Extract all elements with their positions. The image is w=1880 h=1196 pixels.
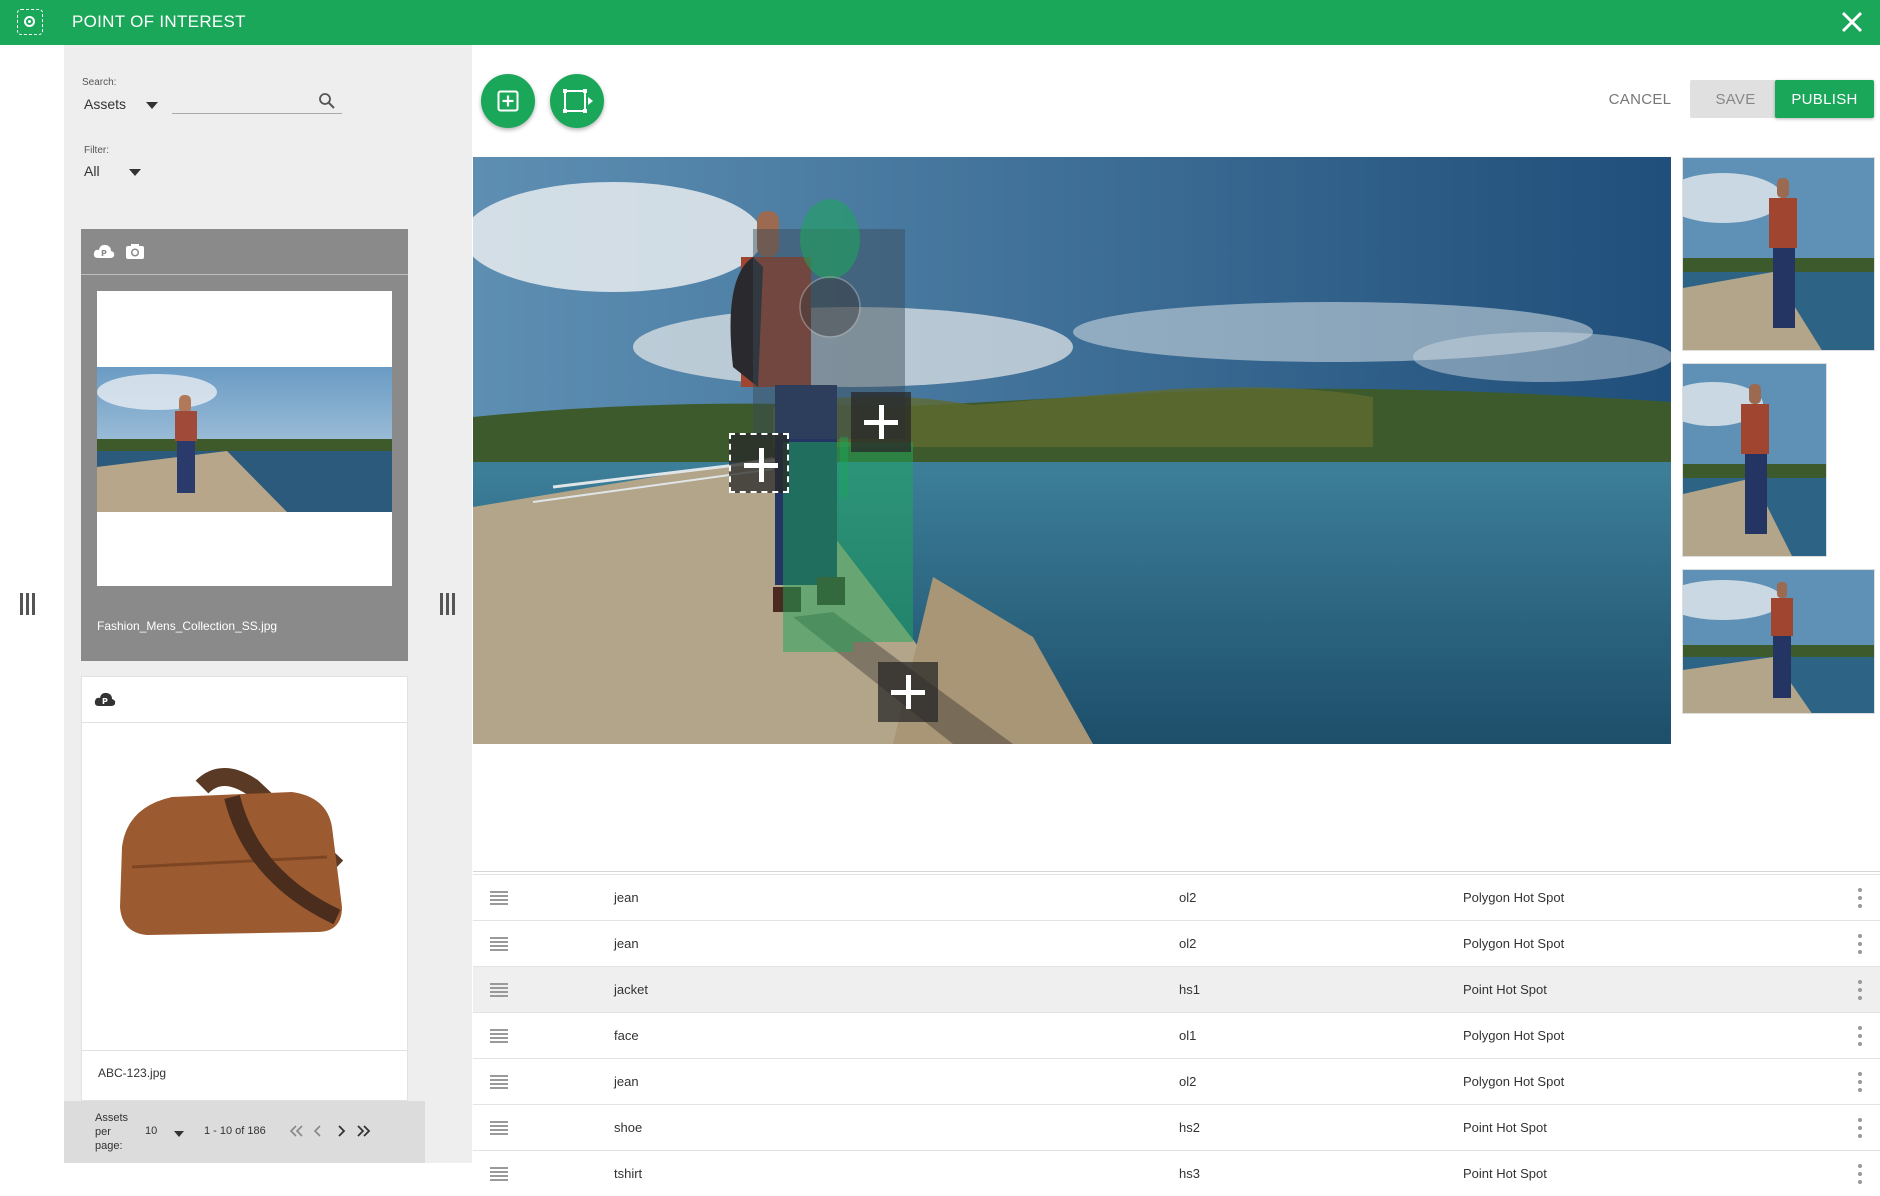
table-row[interactable]: shoe hs2 Point Hot Spot [473,1104,1880,1150]
table-row[interactable]: jean ol2 Polygon Hot Spot [473,874,1880,920]
polygon-select-icon [563,89,593,113]
hotspot-type: Point Hot Spot [1463,982,1547,997]
search-icon[interactable] [318,92,336,110]
add-hotspot-icon [497,90,519,112]
thumbnail-variant[interactable] [1682,157,1875,351]
thumbnail-variant[interactable] [1682,569,1875,714]
drag-handle-icon[interactable] [490,1121,508,1135]
asset-filename: Fashion_Mens_Collection_SS.jpg [97,619,278,633]
hotspot-type: Polygon Hot Spot [1463,890,1565,905]
svg-text:P: P [101,249,107,258]
hotspot-id: ol2 [1179,1074,1197,1089]
add-hotspot-button[interactable] [481,74,535,128]
per-page-label: per [95,1126,111,1138]
hotspot-marker-jacket[interactable] [729,433,789,493]
asset-thumbnail[interactable] [97,291,392,586]
card-header: P [81,229,408,275]
table-row[interactable]: jean ol2 Polygon Hot Spot [473,1058,1880,1104]
table-divider [473,871,1880,872]
hotspot-name: jean [614,1074,639,1089]
drag-handle-icon[interactable] [490,983,508,997]
row-menu-icon[interactable] [1858,1164,1862,1184]
thumbnail-variant[interactable] [1682,363,1827,557]
hotspot-type: Polygon Hot Spot [1463,1074,1565,1089]
hotspot-id: hs3 [1179,1166,1200,1181]
card-divider [82,1050,407,1051]
row-menu-icon[interactable] [1858,934,1862,954]
asset-thumbnail[interactable] [102,757,387,957]
hotspot-type: Point Hot Spot [1463,1166,1547,1181]
image-canvas[interactable] [473,157,1671,744]
row-menu-icon[interactable] [1858,980,1862,1000]
table-row[interactable]: jacket hs1 Point Hot Spot [473,966,1880,1012]
drag-handle-icon[interactable] [490,937,508,951]
hotspot-name: jean [614,936,639,951]
top-bar: POINT OF INTEREST [0,0,1880,45]
per-page-label: page: [95,1140,123,1152]
svg-text:P: P [102,697,108,706]
table-row[interactable]: tshirt hs3 Point Hot Spot [473,1150,1880,1196]
close-icon[interactable] [1838,8,1866,36]
search-label: Search: [82,77,117,88]
page-title: POINT OF INTEREST [72,12,246,31]
card-header: P [82,677,407,723]
hotspot-name: tshirt [614,1166,643,1181]
row-menu-icon[interactable] [1858,1118,1862,1138]
drag-handle-icon[interactable] [490,1029,508,1043]
hotspot-name: face [614,1028,639,1043]
hotspot-id: ol1 [1179,1028,1197,1043]
camera-icon [126,244,144,259]
drag-handle-icon[interactable] [490,1167,508,1181]
polygon-select-button[interactable] [550,74,604,128]
cancel-button[interactable]: CANCEL [1590,80,1690,118]
chevron-down-icon[interactable] [146,102,158,109]
page-range: 1 - 10 of 186 [204,1125,266,1137]
search-input[interactable] [172,113,342,114]
per-page-label: Assets [95,1112,129,1124]
last-page-icon[interactable] [356,1123,372,1139]
row-menu-icon[interactable] [1858,888,1862,908]
hotspot-name: jacket [614,982,648,997]
table-row[interactable]: face ol1 Polygon Hot Spot [473,1012,1880,1058]
hotspot-name: jean [614,890,639,905]
per-page-select[interactable]: 10 [145,1125,157,1137]
left-rail [0,45,64,1163]
publish-button[interactable]: PUBLISH [1775,80,1874,118]
collapse-handle-icon[interactable] [20,593,38,615]
poi-target-icon [17,9,43,35]
table-row[interactable]: jean ol2 Polygon Hot Spot [473,920,1880,966]
drag-handle-icon[interactable] [490,891,508,905]
row-menu-icon[interactable] [1858,1026,1862,1046]
filter-select[interactable]: All [84,163,100,179]
first-page-icon[interactable] [288,1123,304,1139]
editor-main: CANCEL SAVE PUBLISH jean ol2 Polygon Hot… [472,45,1880,1184]
hotspot-id: ol2 [1179,890,1197,905]
hotspot-id: ol2 [1179,936,1197,951]
hotspot-marker-shoe[interactable] [878,662,938,722]
asset-filename: ABC-123.jpg [98,1066,167,1080]
collapse-handle-icon[interactable] [440,593,458,615]
search-scope-select[interactable]: Assets [84,96,126,112]
hotspot-marker-tshirt[interactable] [851,392,911,452]
row-menu-icon[interactable] [1858,1072,1862,1092]
chevron-down-icon[interactable] [129,169,141,176]
hotspot-type: Polygon Hot Spot [1463,936,1565,951]
drag-handle-icon[interactable] [490,1075,508,1089]
asset-card[interactable]: P ABC-123.jpg [81,676,408,1101]
cloud-p-icon: P [93,244,115,258]
next-page-icon[interactable] [335,1123,347,1139]
hotspot-id: hs2 [1179,1120,1200,1135]
chevron-down-icon[interactable] [174,1131,184,1137]
hotspot-id: hs1 [1179,982,1200,997]
asset-card[interactable]: P Fashion_Mens_Collection_SS.jpg [81,229,408,661]
main-image [473,157,1671,744]
pagination-bar: Assets per page: 10 1 - 10 of 186 [64,1101,425,1163]
hotspot-type: Polygon Hot Spot [1463,1028,1565,1043]
save-button[interactable]: SAVE [1690,80,1781,118]
prev-page-icon[interactable] [312,1123,324,1139]
cloud-p-icon: P [94,692,116,706]
filter-label: Filter: [84,145,109,156]
hotspot-name: shoe [614,1120,643,1135]
hotspot-type: Point Hot Spot [1463,1120,1547,1135]
